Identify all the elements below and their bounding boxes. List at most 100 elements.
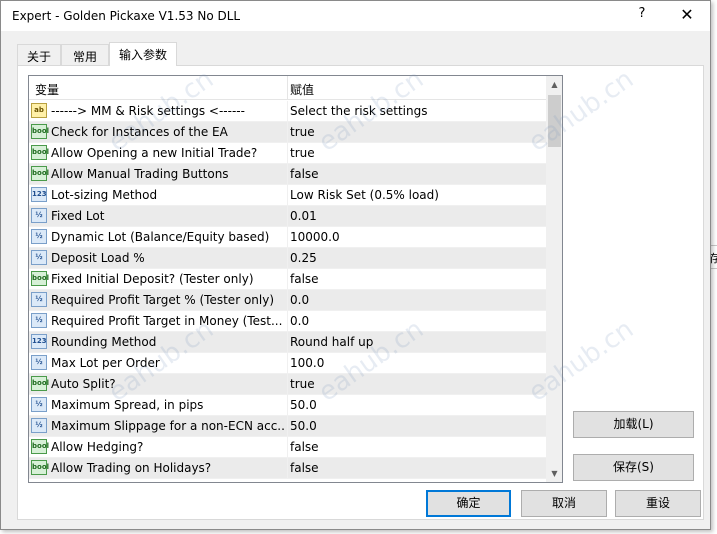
bool-type-icon: bool <box>31 376 49 391</box>
variable-value[interactable]: Round half up <box>290 335 545 349</box>
tab-about[interactable]: 关于 <box>17 44 61 65</box>
reset-button[interactable]: 重设 <box>615 490 701 517</box>
table-row[interactable]: 123 Lot-sizing Method Low Risk Set (0.5% l… <box>29 185 546 206</box>
enum-type-icon: 123 <box>31 187 47 202</box>
bool-type-icon: bool <box>31 124 49 139</box>
column-divider <box>287 416 288 437</box>
ok-button[interactable]: 确定 <box>426 490 511 517</box>
save-button[interactable]: 保存(S) <box>573 454 694 481</box>
inputs-grid[interactable]: 变量 赋值 ab ------> MM & Risk settings <----… <box>28 75 563 483</box>
variable-value[interactable]: true <box>290 377 545 391</box>
string-type-icon: ab <box>31 103 47 118</box>
column-divider <box>287 122 288 143</box>
bool-type-icon: bool <box>31 271 49 286</box>
window-title: Expert - Golden Pickaxe V1.53 No DLL <box>12 9 241 23</box>
variable-name: Required Profit Target in Money (Test... <box>51 314 283 328</box>
scroll-down-arrow-icon[interactable]: ▼ <box>546 465 562 482</box>
grid-rows: ab ------> MM & Risk settings <------ Sele… <box>29 101 546 479</box>
table-row[interactable]: 123 Rounding Method Round half up <box>29 332 546 353</box>
variable-name: Fixed Initial Deposit? (Tester only) <box>51 272 254 286</box>
column-header-variable[interactable]: 变量 <box>35 76 285 100</box>
table-row[interactable]: ½ Dynamic Lot (Balance/Equity based) 10000… <box>29 227 546 248</box>
variable-value[interactable]: false <box>290 167 545 181</box>
variable-value[interactable]: true <box>290 146 545 160</box>
enum-type-icon: 123 <box>31 334 47 349</box>
variable-name: Dynamic Lot (Balance/Equity based) <box>51 230 270 244</box>
table-row[interactable]: bool Allow Opening a new Initial Trade? tr… <box>29 143 546 164</box>
double-type-icon: ½ <box>31 355 47 370</box>
variable-value[interactable]: 100.0 <box>290 356 545 370</box>
header-divider[interactable] <box>287 76 288 100</box>
expert-properties-dialog: Expert - Golden Pickaxe V1.53 No DLL ? ✕… <box>0 0 711 530</box>
grid-header: 变量 赋值 <box>29 76 546 100</box>
column-divider <box>287 395 288 416</box>
bool-type-icon: bool <box>31 166 49 181</box>
variable-value[interactable]: 50.0 <box>290 419 545 433</box>
column-divider <box>287 269 288 290</box>
variable-value[interactable]: false <box>290 440 545 454</box>
help-button[interactable]: ? <box>632 6 652 26</box>
variable-value[interactable]: 0.0 <box>290 314 545 328</box>
variable-name: Max Lot per Order <box>51 356 160 370</box>
variable-value[interactable]: 0.0 <box>290 293 545 307</box>
variable-name: ------> MM & Risk settings <------ <box>51 104 245 118</box>
variable-name: Fixed Lot <box>51 209 105 223</box>
variable-name: Rounding Method <box>51 335 157 349</box>
load-button[interactable]: 加载(L) <box>573 411 694 438</box>
tab-inputs[interactable]: 输入参数 <box>109 42 177 66</box>
table-row[interactable]: ½ Deposit Load % 0.25 <box>29 248 546 269</box>
table-row[interactable]: ½ Required Profit Target in Money (Test..… <box>29 311 546 332</box>
tab-common[interactable]: 常用 <box>61 44 109 65</box>
column-divider <box>287 227 288 248</box>
variable-name: Auto Split? <box>51 377 116 391</box>
variable-value[interactable]: Low Risk Set (0.5% load) <box>290 188 545 202</box>
variable-value[interactable]: false <box>290 461 545 475</box>
close-button[interactable]: ✕ <box>675 5 699 27</box>
variable-value[interactable]: 10000.0 <box>290 230 545 244</box>
table-row[interactable]: ½ Maximum Slippage for a non-ECN acc... 50… <box>29 416 546 437</box>
table-row[interactable]: bool Allow Trading on Holidays? false <box>29 458 546 479</box>
variable-name: Allow Hedging? <box>51 440 144 454</box>
column-header-value[interactable]: 赋值 <box>290 76 540 100</box>
double-type-icon: ½ <box>31 229 47 244</box>
double-type-icon: ½ <box>31 397 47 412</box>
column-divider <box>287 332 288 353</box>
table-row[interactable]: bool Auto Split? true <box>29 374 546 395</box>
title-bar[interactable]: Expert - Golden Pickaxe V1.53 No DLL ? ✕ <box>1 1 710 31</box>
column-divider <box>287 101 288 122</box>
double-type-icon: ½ <box>31 250 47 265</box>
variable-value[interactable]: 0.25 <box>290 251 545 265</box>
column-divider <box>287 374 288 395</box>
bool-type-icon: bool <box>31 145 49 160</box>
variable-value[interactable]: Select the risk settings <box>290 104 545 118</box>
variable-name: Allow Trading on Holidays? <box>51 461 212 475</box>
table-row[interactable]: bool Fixed Initial Deposit? (Tester only)… <box>29 269 546 290</box>
table-row[interactable]: bool Check for Instances of the EA true <box>29 122 546 143</box>
variable-name: Allow Opening a new Initial Trade? <box>51 146 258 160</box>
table-row[interactable]: ½ Fixed Lot 0.01 <box>29 206 546 227</box>
variable-value[interactable]: 0.01 <box>290 209 545 223</box>
column-divider <box>287 143 288 164</box>
background-divider <box>711 245 717 246</box>
column-divider <box>287 458 288 479</box>
column-divider <box>287 206 288 227</box>
double-type-icon: ½ <box>31 292 47 307</box>
variable-name: Maximum Spread, in pips <box>51 398 204 412</box>
variable-value[interactable]: true <box>290 125 545 139</box>
scroll-thumb[interactable] <box>548 95 561 147</box>
bool-type-icon: bool <box>31 460 49 475</box>
cancel-button[interactable]: 取消 <box>521 490 607 517</box>
table-row[interactable]: ab ------> MM & Risk settings <------ Sele… <box>29 101 546 122</box>
table-row[interactable]: ½ Maximum Spread, in pips 50.0 <box>29 395 546 416</box>
table-row[interactable]: bool Allow Manual Trading Buttons false <box>29 164 546 185</box>
double-type-icon: ½ <box>31 208 47 223</box>
table-row[interactable]: ½ Max Lot per Order 100.0 <box>29 353 546 374</box>
variable-value[interactable]: 50.0 <box>290 398 545 412</box>
variable-value[interactable]: false <box>290 272 545 286</box>
scroll-up-arrow-icon[interactable]: ▲ <box>546 76 562 93</box>
variable-name: Lot-sizing Method <box>51 188 158 202</box>
table-row[interactable]: ½ Required Profit Target % (Tester only) 0… <box>29 290 546 311</box>
vertical-scrollbar[interactable]: ▲ ▼ <box>546 76 562 482</box>
table-row[interactable]: bool Allow Hedging? false <box>29 437 546 458</box>
column-divider <box>287 185 288 206</box>
